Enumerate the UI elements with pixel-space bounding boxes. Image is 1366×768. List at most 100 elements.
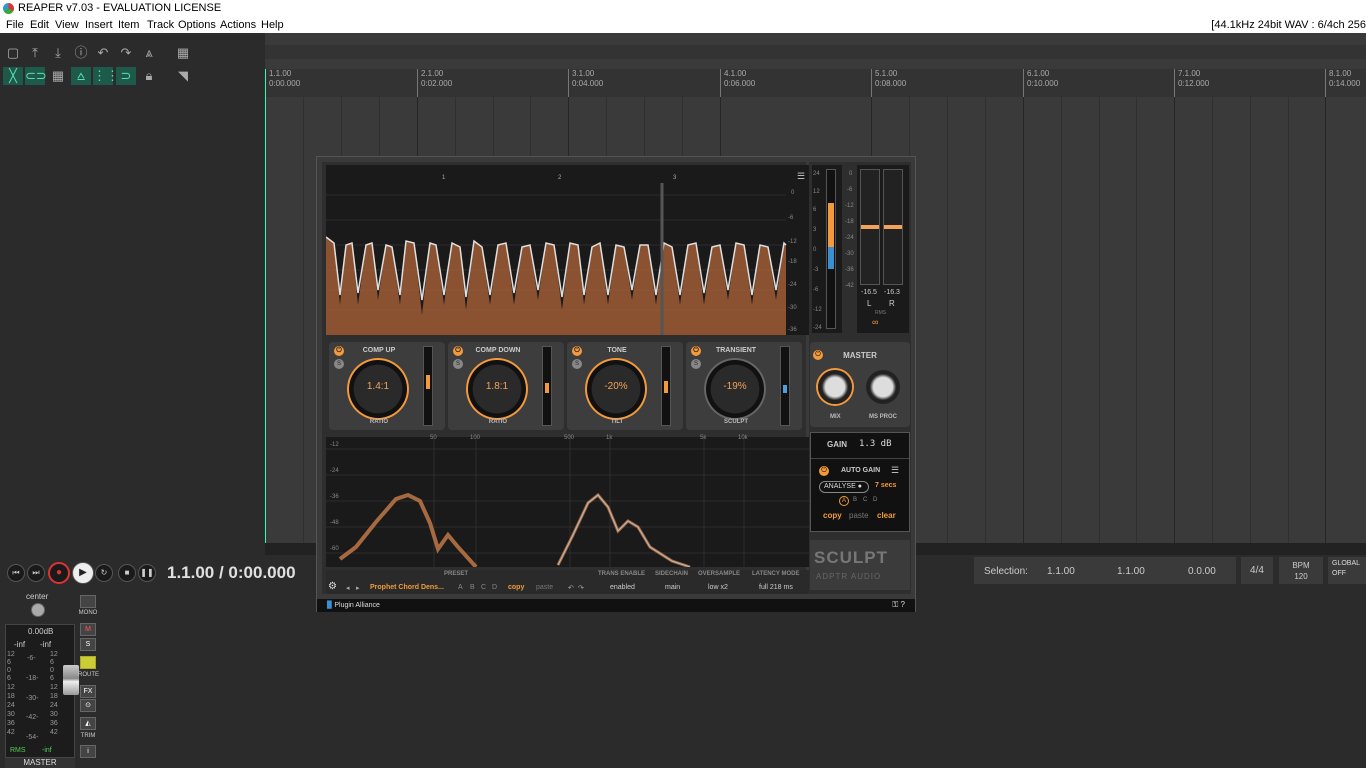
analyse-secs[interactable]: 7 secs: [875, 482, 896, 489]
tilt-knob[interactable]: -20%: [585, 358, 647, 420]
menu-edit[interactable]: Edit: [30, 17, 49, 33]
prev-preset-icon[interactable]: ◂: [346, 584, 350, 592]
selection-box[interactable]: Selection: 1.1.00 1.1.00 0.0.00: [974, 557, 1236, 584]
record-button[interactable]: ●: [48, 562, 70, 584]
go-to-start-icon[interactable]: ⏮: [7, 564, 25, 582]
pan-knob[interactable]: [31, 603, 45, 617]
global-value[interactable]: OFF: [1332, 569, 1366, 579]
repeat-icon[interactable]: ↻: [95, 564, 113, 582]
menu-file[interactable]: File: [6, 17, 24, 33]
gain-copy-button[interactable]: copy: [823, 511, 842, 520]
wave-menu-icon[interactable]: ☰: [797, 171, 805, 182]
lock-icon[interactable]: 🔒︎: [139, 67, 159, 85]
gain-slot-c[interactable]: C: [863, 497, 867, 503]
project-settings-icon[interactable]: ⓘ: [71, 44, 91, 62]
redo-icon[interactable]: ↷: [116, 44, 136, 62]
fx-button[interactable]: FX: [80, 685, 96, 698]
top-scrollbar[interactable]: [265, 45, 1366, 59]
copy-button[interactable]: copy: [508, 584, 524, 591]
preset-slot-d[interactable]: D: [492, 584, 497, 591]
redo-icon[interactable]: ↷: [578, 584, 584, 592]
plugin-alliance-logo[interactable]: ▉ Plugin Alliance: [327, 601, 380, 609]
menu-view[interactable]: View: [55, 17, 79, 33]
trans-enable-value[interactable]: enabled: [610, 584, 635, 591]
oversample-value[interactable]: low x2: [708, 584, 728, 591]
ratio-knob[interactable]: 1.8:1: [466, 358, 528, 420]
track-name[interactable]: MASTER: [5, 758, 75, 768]
pause-button[interactable]: ❚❚: [138, 564, 156, 582]
timeline-ruler[interactable]: 1.1.00 0:00.000 2.1.00 0:02.000 3.1.00 0:04…: [265, 69, 1366, 97]
spectrum-display[interactable]: -12 -24 -36 -48 -60 50 100 500 1k 5k 10k: [326, 435, 810, 569]
ratio-knob[interactable]: 1.4:1: [347, 358, 409, 420]
new-project-icon[interactable]: ▢: [3, 44, 23, 62]
info-button[interactable]: i: [80, 745, 96, 758]
item-grouping-icon[interactable]: ⊂⊃: [25, 67, 47, 85]
menu-item[interactable]: Item: [118, 17, 139, 33]
solo-icon[interactable]: S: [572, 359, 582, 369]
trim-icon[interactable]: ◥: [173, 67, 193, 85]
auto-gain-menu-icon[interactable]: ☰: [891, 465, 899, 476]
menu-help[interactable]: Help: [261, 17, 284, 33]
volume-readout[interactable]: 0.00dB: [28, 627, 53, 636]
route-icon[interactable]: [80, 656, 96, 669]
gain-slot-a[interactable]: A: [839, 496, 849, 506]
open-project-icon[interactable]: ⤒: [25, 44, 45, 62]
preset-slot-c[interactable]: C: [481, 584, 486, 591]
envelope-icon[interactable]: ⩟: [71, 67, 91, 85]
solo-icon[interactable]: S: [453, 359, 463, 369]
save-project-icon[interactable]: ⤓: [48, 44, 68, 62]
settings-gear-icon[interactable]: ⚙: [328, 581, 337, 592]
volume-fader[interactable]: [63, 665, 79, 695]
gain-slot-d[interactable]: D: [873, 497, 877, 503]
selection-end[interactable]: 1.1.00: [1117, 566, 1145, 577]
gain-value[interactable]: 1.3 dB: [859, 439, 892, 449]
time-signature[interactable]: 4/4: [1241, 557, 1273, 584]
fx-bypass-icon[interactable]: ⊙: [80, 699, 96, 712]
license-key-icon[interactable]: ⚿ ?: [892, 600, 905, 610]
menu-options[interactable]: Options: [178, 17, 216, 33]
global-automation[interactable]: GLOBAL OFF: [1328, 557, 1366, 584]
snap-grid-icon[interactable]: ▦: [48, 67, 68, 85]
bpm-value[interactable]: 120: [1279, 571, 1323, 582]
preset-slot-b[interactable]: B: [470, 584, 475, 591]
paste-button[interactable]: paste: [536, 584, 553, 591]
mute-button[interactable]: M: [80, 623, 96, 636]
solo-icon[interactable]: S: [691, 359, 701, 369]
time-position[interactable]: 1.1.00 / 0:00.000: [167, 563, 296, 583]
menu-track[interactable]: Track: [147, 17, 174, 33]
latency-value[interactable]: full 218 ms: [759, 584, 793, 591]
metronome-icon[interactable]: ⩓: [139, 44, 159, 62]
analyse-button[interactable]: ANALYSE ●: [819, 481, 869, 493]
auto-crossfade-icon[interactable]: ⊃: [116, 67, 136, 85]
preset-slot-a[interactable]: A: [458, 584, 463, 591]
undo-icon[interactable]: ↶: [568, 584, 574, 592]
menu-insert[interactable]: Insert: [85, 17, 113, 33]
gain-slot-b[interactable]: B: [853, 497, 857, 503]
mix-knob[interactable]: [818, 370, 852, 404]
link-icon[interactable]: ∞: [872, 317, 878, 327]
next-preset-icon[interactable]: ▸: [356, 584, 360, 592]
preset-name[interactable]: Prophet Chord Dens...: [370, 584, 444, 591]
trim-icon[interactable]: ◭: [80, 717, 96, 730]
solo-button[interactable]: S: [80, 638, 96, 651]
solo-icon[interactable]: S: [334, 359, 344, 369]
bpm-box[interactable]: BPM 120: [1279, 557, 1323, 584]
ms-proc-knob[interactable]: [866, 370, 900, 404]
locking-grid-icon[interactable]: ⋮⋮: [93, 67, 119, 85]
mono-icon[interactable]: [80, 595, 96, 608]
sidechain-value[interactable]: main: [665, 584, 680, 591]
gain-clear-button[interactable]: clear: [877, 511, 896, 520]
waveform-display[interactable]: 1 2 3 0 -6 -12 -18 -24 -30 -36 ☰: [325, 165, 810, 335]
grid-icon[interactable]: ▦: [173, 44, 193, 62]
menu-actions[interactable]: Actions: [220, 17, 256, 33]
auto-gain-power-icon[interactable]: ⏻: [819, 466, 829, 476]
selection-length[interactable]: 0.0.00: [1188, 566, 1216, 577]
undo-icon[interactable]: ↶: [93, 44, 113, 62]
go-to-end-icon[interactable]: ⏭: [27, 564, 45, 582]
ripple-edit-icon[interactable]: ╳: [3, 67, 23, 85]
selection-start[interactable]: 1.1.00: [1047, 566, 1075, 577]
play-button[interactable]: ▶: [72, 562, 94, 584]
sculpt-knob[interactable]: -19%: [704, 358, 766, 420]
gain-paste-button[interactable]: paste: [849, 511, 869, 520]
stop-button[interactable]: ■: [118, 564, 136, 582]
